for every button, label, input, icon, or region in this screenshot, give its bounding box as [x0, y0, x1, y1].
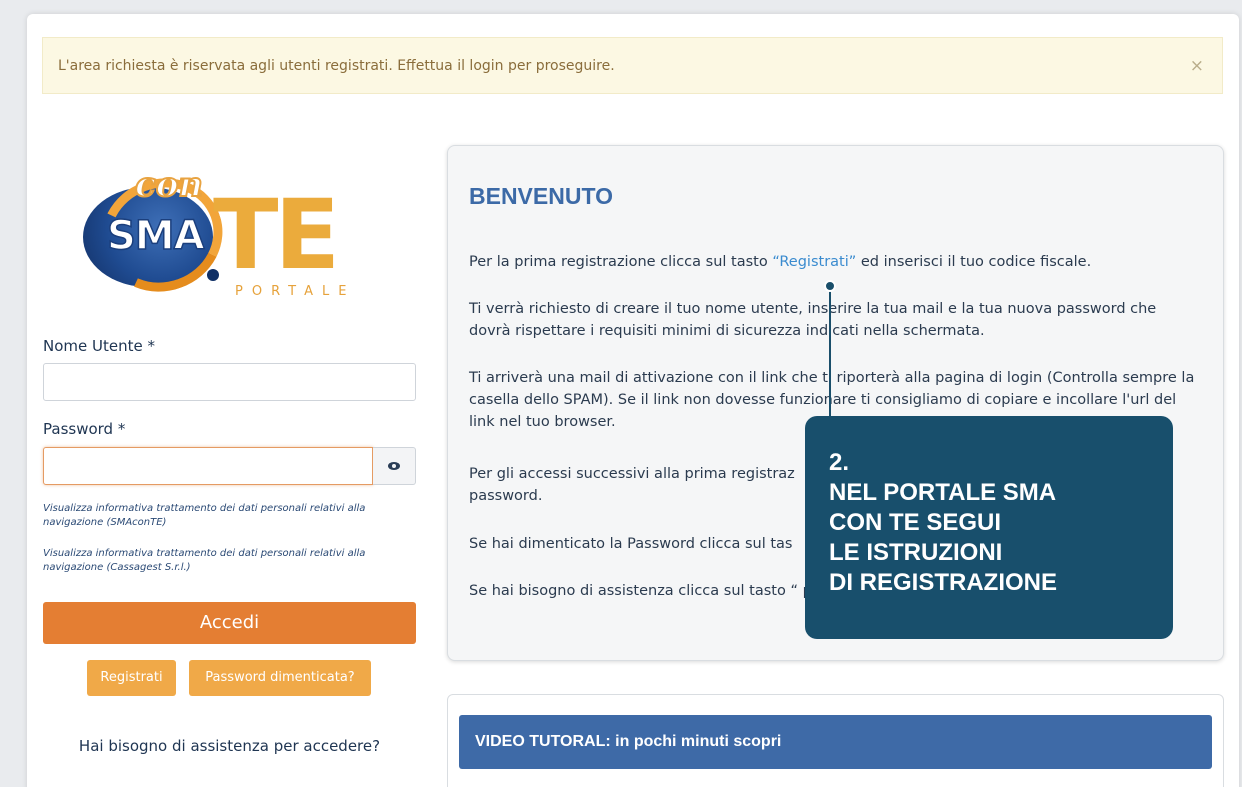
logo-dot — [207, 269, 219, 281]
callout-pointer-dot — [824, 280, 836, 292]
logo-con-text: con — [134, 164, 204, 206]
callout-line: 2. — [829, 449, 850, 476]
eye-icon — [388, 462, 400, 470]
password-label: Password * — [43, 420, 126, 438]
welcome-title: BENVENUTO — [469, 183, 613, 209]
register-inline-link[interactable]: “Registrati” — [772, 254, 856, 270]
callout-line: NEL PORTALE SMA — [829, 479, 1057, 506]
callout-line: LE ISTRUZIONI — [829, 539, 1003, 566]
username-input[interactable] — [43, 363, 416, 401]
callout-line: DI REGISTRAZIONE — [829, 569, 1058, 596]
paragraph-text: Per la prima registrazione clicca sul ta… — [469, 254, 773, 270]
welcome-paragraph-account: Ti verrà richiesto di creare il tuo nome… — [469, 301, 1157, 339]
login-required-alert: L'area richiesta è riservata agli utenti… — [42, 37, 1223, 94]
register-button[interactable]: Registrati — [87, 660, 176, 696]
video-tutorial-panel: VIDEO TUTORAL: in pochi minuti scopri — [447, 694, 1224, 787]
privacy-link-cassagest[interactable]: Visualizza informativa trattamento dei d… — [43, 547, 423, 575]
welcome-paragraph-access: Per gli accessi successivi alla prima re… — [469, 466, 795, 504]
help-link[interactable]: Hai bisogno di assistenza per accedere? — [43, 737, 416, 755]
username-label: Nome Utente * — [43, 337, 155, 355]
privacy-link-smaconte[interactable]: Visualizza informativa trattamento dei d… — [43, 502, 423, 530]
registration-callout: 2. NEL PORTALE SMA CON TE SEGUI LE ISTRU… — [805, 416, 1173, 639]
callout-line: CON TE SEGUI — [829, 509, 1002, 536]
alert-message: L'area richiesta è riservata agli utenti… — [58, 58, 615, 74]
logo-te-text: TE — [213, 179, 340, 291]
forgot-password-button[interactable]: Password dimenticata? — [189, 660, 371, 696]
paragraph-text: ed inserisci il tuo codice fiscale. — [856, 254, 1092, 270]
password-input[interactable] — [43, 447, 373, 485]
callout-pointer-line — [829, 285, 831, 417]
welcome-paragraph-forgot: Se hai dimenticato la Password clicca su… — [469, 536, 793, 552]
logo-sma-text: SMA — [106, 212, 205, 260]
login-button[interactable]: Accedi — [43, 602, 416, 644]
welcome-paragraph-register: Per la prima registrazione clicca sul ta… — [469, 251, 1199, 273]
close-icon[interactable]: × — [1190, 38, 1204, 95]
video-tutorial-header[interactable]: VIDEO TUTORAL: in pochi minuti scopri — [459, 715, 1212, 769]
show-password-button[interactable] — [373, 447, 416, 485]
logo-portale-text: PORTALE — [235, 284, 356, 299]
sma-con-te-logo: con SMA TE PORTALE — [83, 151, 353, 311]
